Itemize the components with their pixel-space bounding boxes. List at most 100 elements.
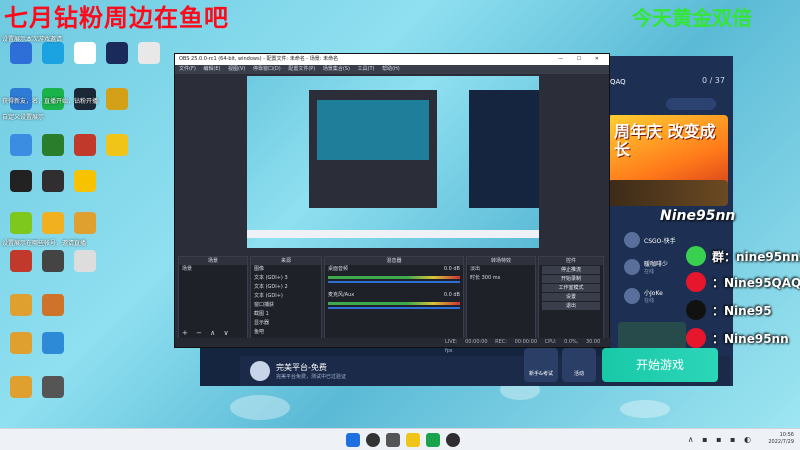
track-db: 0.0 dB xyxy=(443,292,460,298)
friend-item[interactable]: 暖咖啡少 在线 xyxy=(624,259,668,275)
file-explorer-icon[interactable] xyxy=(406,433,420,447)
desktop-icon[interactable] xyxy=(100,42,134,64)
window-controls[interactable]: — ☐ ✕ xyxy=(558,54,605,65)
desktop-icon[interactable] xyxy=(68,170,102,192)
system-tray-icons[interactable]: ∧ ▪ ▪ ▪ ◐ xyxy=(688,435,754,444)
exit-button[interactable]: 退出 xyxy=(542,302,600,310)
desktop-icon[interactable] xyxy=(36,212,70,234)
obs-title-bar: OBS 25.0.0-rc1 (64-bit, windows) - 配置文件:… xyxy=(175,54,609,65)
game-avatar xyxy=(250,361,270,381)
menu-item[interactable]: 工具(T) xyxy=(358,66,375,72)
weibo-icon xyxy=(686,272,706,292)
source-item[interactable]: 文本 (GDI+) 2 xyxy=(251,283,321,292)
scene-item[interactable]: 场景 xyxy=(179,265,247,274)
social-label: ：Nine95QAQ xyxy=(712,275,800,290)
transitions-dock: 转场特效 淡出 时长 300 ms xyxy=(466,256,536,339)
desktop-icon[interactable] xyxy=(68,42,102,64)
obs-status-bar: LIVE: 00:00:00 REC: 00:00:00 CPU: 0.0%, … xyxy=(175,338,611,354)
system-clock[interactable]: 10:56 2022/7/29 xyxy=(768,432,794,446)
desktop-icon[interactable] xyxy=(4,250,38,272)
app-taskbar-icon[interactable] xyxy=(426,433,440,447)
settings-button[interactable]: 设置 xyxy=(542,293,600,301)
menu-item[interactable]: 文件(F) xyxy=(179,66,196,72)
duration-input[interactable]: 300 ms xyxy=(482,275,501,281)
studio-mode-button[interactable]: 工作室模式 xyxy=(542,284,600,292)
mixer-dock: 混音器 桌面音频 0.0 dB 麦克风/Aux 0.0 dB xyxy=(324,256,464,339)
source-item[interactable]: 显示器 xyxy=(251,319,321,328)
menu-item[interactable]: 场景集合(S) xyxy=(323,66,350,72)
obs-preview[interactable] xyxy=(247,76,539,248)
volume-meter xyxy=(328,276,460,279)
desktop-icon[interactable] xyxy=(4,212,38,234)
friend-item[interactable]: 小JoKe 在线 xyxy=(624,288,663,304)
secondary-banner[interactable] xyxy=(608,180,728,206)
desktop-icon[interactable] xyxy=(4,332,38,354)
desktop-icon[interactable] xyxy=(4,376,38,398)
desktop-icon[interactable] xyxy=(36,376,70,398)
preview-desktop-capture xyxy=(247,76,539,248)
social-label: 群：nine95nn1 xyxy=(712,249,800,264)
obs-icon xyxy=(42,170,64,192)
transition-select[interactable]: 淡出 xyxy=(467,265,535,274)
task-view-icon[interactable] xyxy=(386,433,400,447)
streamer-name: Nine95nn xyxy=(660,208,736,224)
volume-meter xyxy=(328,302,460,305)
stop-streaming-button[interactable]: 停止推流 xyxy=(542,266,600,274)
desktop-icon[interactable] xyxy=(100,134,134,156)
desktop-icon[interactable] xyxy=(4,134,38,156)
friend-item[interactable]: CSGO-快手 xyxy=(624,232,676,248)
game-title: 完美平台-免费 xyxy=(276,363,327,372)
friend-name: CSGO-快手 xyxy=(644,237,676,245)
desktop-icon[interactable] xyxy=(36,332,70,354)
desktop-icon[interactable] xyxy=(36,170,70,192)
source-item[interactable]: 窗口捕获 xyxy=(251,301,321,310)
menu-item[interactable]: 帮助(H) xyxy=(382,66,400,72)
desktop-icon[interactable] xyxy=(68,212,102,234)
search-icon[interactable] xyxy=(366,433,380,447)
menu-item[interactable]: 停靠窗口(D) xyxy=(253,66,281,72)
source-item[interactable]: 文本 (GDI+) 3 xyxy=(251,274,321,283)
game-card[interactable]: 完美平台-免费 完美平台免费，测试中已过验证 xyxy=(250,361,346,381)
duration-label: 时长 xyxy=(470,275,481,281)
desktop-icon[interactable] xyxy=(4,170,38,192)
dock-title: 场景 xyxy=(179,257,247,265)
source-item[interactable]: 图像 xyxy=(251,265,321,274)
friend-status: 在线 xyxy=(644,298,655,304)
start-game-button[interactable]: 开始游戏 xyxy=(602,348,718,382)
desktop-icon[interactable] xyxy=(36,134,70,156)
desktop-icon[interactable] xyxy=(36,294,70,316)
desktop-icon[interactable] xyxy=(4,294,38,316)
launcher-search-input[interactable] xyxy=(666,98,716,110)
app-icon xyxy=(42,332,64,354)
friend-status: 在线 xyxy=(644,269,655,275)
preview-launcher xyxy=(469,90,539,208)
rec-status: REC: 00:00:00 xyxy=(495,339,538,345)
desktop-icon[interactable] xyxy=(68,134,102,156)
desktop-icon[interactable] xyxy=(132,42,166,64)
source-item[interactable]: 鱼吧 xyxy=(251,328,321,337)
desktop-icon[interactable] xyxy=(100,88,134,110)
dock-controls[interactable]: + − ∧ ∨ xyxy=(182,329,232,337)
menu-item[interactable]: 配置文件(P) xyxy=(288,66,315,72)
desktop-icon[interactable] xyxy=(68,250,102,272)
desktop-icon[interactable] xyxy=(4,42,38,64)
app-icon xyxy=(10,134,32,156)
folder-icon xyxy=(10,332,32,354)
volume-slider[interactable] xyxy=(328,281,460,283)
windows-start-icon[interactable] xyxy=(346,433,360,447)
menu-item[interactable]: 视图(V) xyxy=(228,66,245,72)
app-icon xyxy=(42,42,64,64)
tool-button[interactable]: 活动 xyxy=(562,348,596,382)
desktop: 设置展示本次游戏邀请 获得新友，名，直播开始，钻粉开播 自定义设置展示 设置展示… xyxy=(0,0,800,428)
source-item[interactable]: 截图 1 xyxy=(251,310,321,319)
tool-button[interactable]: 新手&考试 xyxy=(524,348,558,382)
source-item[interactable]: 文本 (GDI+) xyxy=(251,292,321,301)
volume-slider[interactable] xyxy=(328,307,460,309)
mixer-track: 桌面音频 0.0 dB xyxy=(325,265,463,274)
desktop-icon[interactable] xyxy=(36,250,70,272)
desktop-icon[interactable] xyxy=(36,42,70,64)
menu-item[interactable]: 编辑(E) xyxy=(203,66,220,72)
start-recording-button[interactable]: 开始录制 xyxy=(542,275,600,283)
app-icon xyxy=(74,134,96,156)
obs-taskbar-icon[interactable] xyxy=(446,433,460,447)
